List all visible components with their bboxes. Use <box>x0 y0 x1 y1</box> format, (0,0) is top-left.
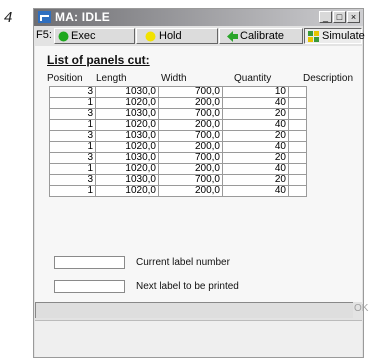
calibrate-button[interactable]: Calibrate <box>219 28 303 44</box>
next-label-field <box>54 280 125 293</box>
table-cell: 200,0 <box>158 185 223 197</box>
table-cell: 1 <box>49 141 96 153</box>
hold-label: Hold <box>159 30 182 42</box>
table-cell <box>288 163 307 175</box>
table-cell: 700,0 <box>158 130 223 142</box>
table-cell: 700,0 <box>158 152 223 164</box>
panels-table-body: 3 1030,0 700,0 10 1 1020,0 200,0 40 3 1030,0 700,0… <box>49 86 307 197</box>
table-row[interactable]: 3 1030,0 700,0 20 <box>49 130 307 142</box>
table-cell: 1030,0 <box>95 108 159 120</box>
table-cell: 700,0 <box>158 108 223 120</box>
column-header-width: Width <box>161 73 187 84</box>
table-cell: 1 <box>49 119 96 131</box>
table-cell: 1020,0 <box>95 97 159 109</box>
table-cell: 40 <box>222 185 289 197</box>
window-title: MA: IDLE <box>55 10 110 24</box>
table-cell: 20 <box>222 152 289 164</box>
table-cell: 1030,0 <box>95 130 159 142</box>
table-row[interactable]: 1 1020,0 200,0 40 <box>49 185 307 197</box>
table-cell: 200,0 <box>158 163 223 175</box>
table-cell: 200,0 <box>158 97 223 109</box>
table-cell: 40 <box>222 141 289 153</box>
table-cell <box>288 86 307 98</box>
table-cell <box>288 174 307 186</box>
simulate-button[interactable]: Simulate <box>304 28 365 44</box>
table-row[interactable]: 3 1030,0 700,0 20 <box>49 152 307 164</box>
table-cell: 10 <box>222 86 289 98</box>
table-cell: 1020,0 <box>95 163 159 175</box>
table-cell: 1030,0 <box>95 174 159 186</box>
table-cell: 1020,0 <box>95 141 159 153</box>
exec-button[interactable]: Exec <box>54 28 135 44</box>
table-cell: 1020,0 <box>95 185 159 197</box>
table-cell: 1 <box>49 185 96 197</box>
main-content: List of panels cut: Position Length Widt… <box>35 46 362 302</box>
page-number: 4 <box>4 9 13 26</box>
table-cell: 3 <box>49 152 96 164</box>
table-row[interactable]: 3 1030,0 700,0 10 <box>49 86 307 98</box>
status-area <box>35 302 353 318</box>
table-cell: 3 <box>49 130 96 142</box>
simulate-label: Simulate <box>322 30 365 42</box>
column-header-quantity: Quantity <box>234 73 272 84</box>
table-cell: 1030,0 <box>95 152 159 164</box>
table-row[interactable]: 3 1030,0 700,0 20 <box>49 108 307 120</box>
column-header-description: Description <box>303 73 354 84</box>
simulate-icon <box>308 31 319 42</box>
panels-table: 3 1030,0 700,0 10 1 1020,0 200,0 40 3 1030,0 700,0… <box>49 86 307 197</box>
table-cell <box>288 152 307 164</box>
table-cell: 20 <box>222 174 289 186</box>
table-cell: 20 <box>222 130 289 142</box>
current-label-number-caption: Current label number <box>136 257 230 268</box>
table-cell: 1030,0 <box>95 86 159 98</box>
table-cell: 40 <box>222 97 289 109</box>
table-cell: 20 <box>222 108 289 120</box>
table-cell: 200,0 <box>158 141 223 153</box>
table-cell: 3 <box>49 174 96 186</box>
table-cell: 3 <box>49 86 96 98</box>
title-bar: MA: IDLE _ □ × <box>34 9 363 26</box>
green-circle-icon <box>58 31 69 42</box>
column-header-position: Position <box>47 73 83 84</box>
table-cell <box>288 141 307 153</box>
table-cell <box>288 97 307 109</box>
back-arrow-icon <box>227 31 238 42</box>
calibrate-label: Calibrate <box>240 30 285 42</box>
table-cell: 3 <box>49 108 96 120</box>
table-row[interactable]: 1 1020,0 200,0 40 <box>49 119 307 131</box>
table-cell <box>288 185 307 197</box>
table-cell: 700,0 <box>158 174 223 186</box>
ok-button[interactable]: OK <box>354 303 368 317</box>
close-button[interactable]: × <box>347 11 360 23</box>
table-cell: 1 <box>49 97 96 109</box>
table-cell: 40 <box>222 163 289 175</box>
table-cell: 40 <box>222 119 289 131</box>
current-label-number-field <box>54 256 125 269</box>
table-cell: 200,0 <box>158 119 223 131</box>
table-cell: 1 <box>49 163 96 175</box>
table-cell <box>288 119 307 131</box>
table-row[interactable]: 3 1030,0 700,0 20 <box>49 174 307 186</box>
table-row[interactable]: 1 1020,0 200,0 40 <box>49 97 307 109</box>
column-header-length: Length <box>96 73 127 84</box>
list-title: List of panels cut: <box>47 53 150 67</box>
toolbar: F5: Exec Hold Calibrate Simulate <box>34 27 365 45</box>
table-row[interactable]: 1 1020,0 200,0 40 <box>49 163 307 175</box>
app-window: MA: IDLE _ □ × F5: Exec Hold Calibrate S… <box>33 8 368 358</box>
hold-button[interactable]: Hold <box>136 28 218 44</box>
table-cell: 700,0 <box>158 86 223 98</box>
app-icon <box>38 11 51 23</box>
f5-label: F5: <box>36 29 52 41</box>
table-row[interactable]: 1 1020,0 200,0 40 <box>49 141 307 153</box>
yellow-circle-icon <box>145 31 156 42</box>
table-cell <box>288 130 307 142</box>
table-cell: 1020,0 <box>95 119 159 131</box>
minimize-button[interactable]: _ <box>319 11 332 23</box>
bottom-panel <box>35 320 362 357</box>
table-cell <box>288 108 307 120</box>
next-label-caption: Next label to be printed <box>136 281 239 292</box>
maximize-button[interactable]: □ <box>333 11 346 23</box>
exec-label: Exec <box>71 30 96 42</box>
